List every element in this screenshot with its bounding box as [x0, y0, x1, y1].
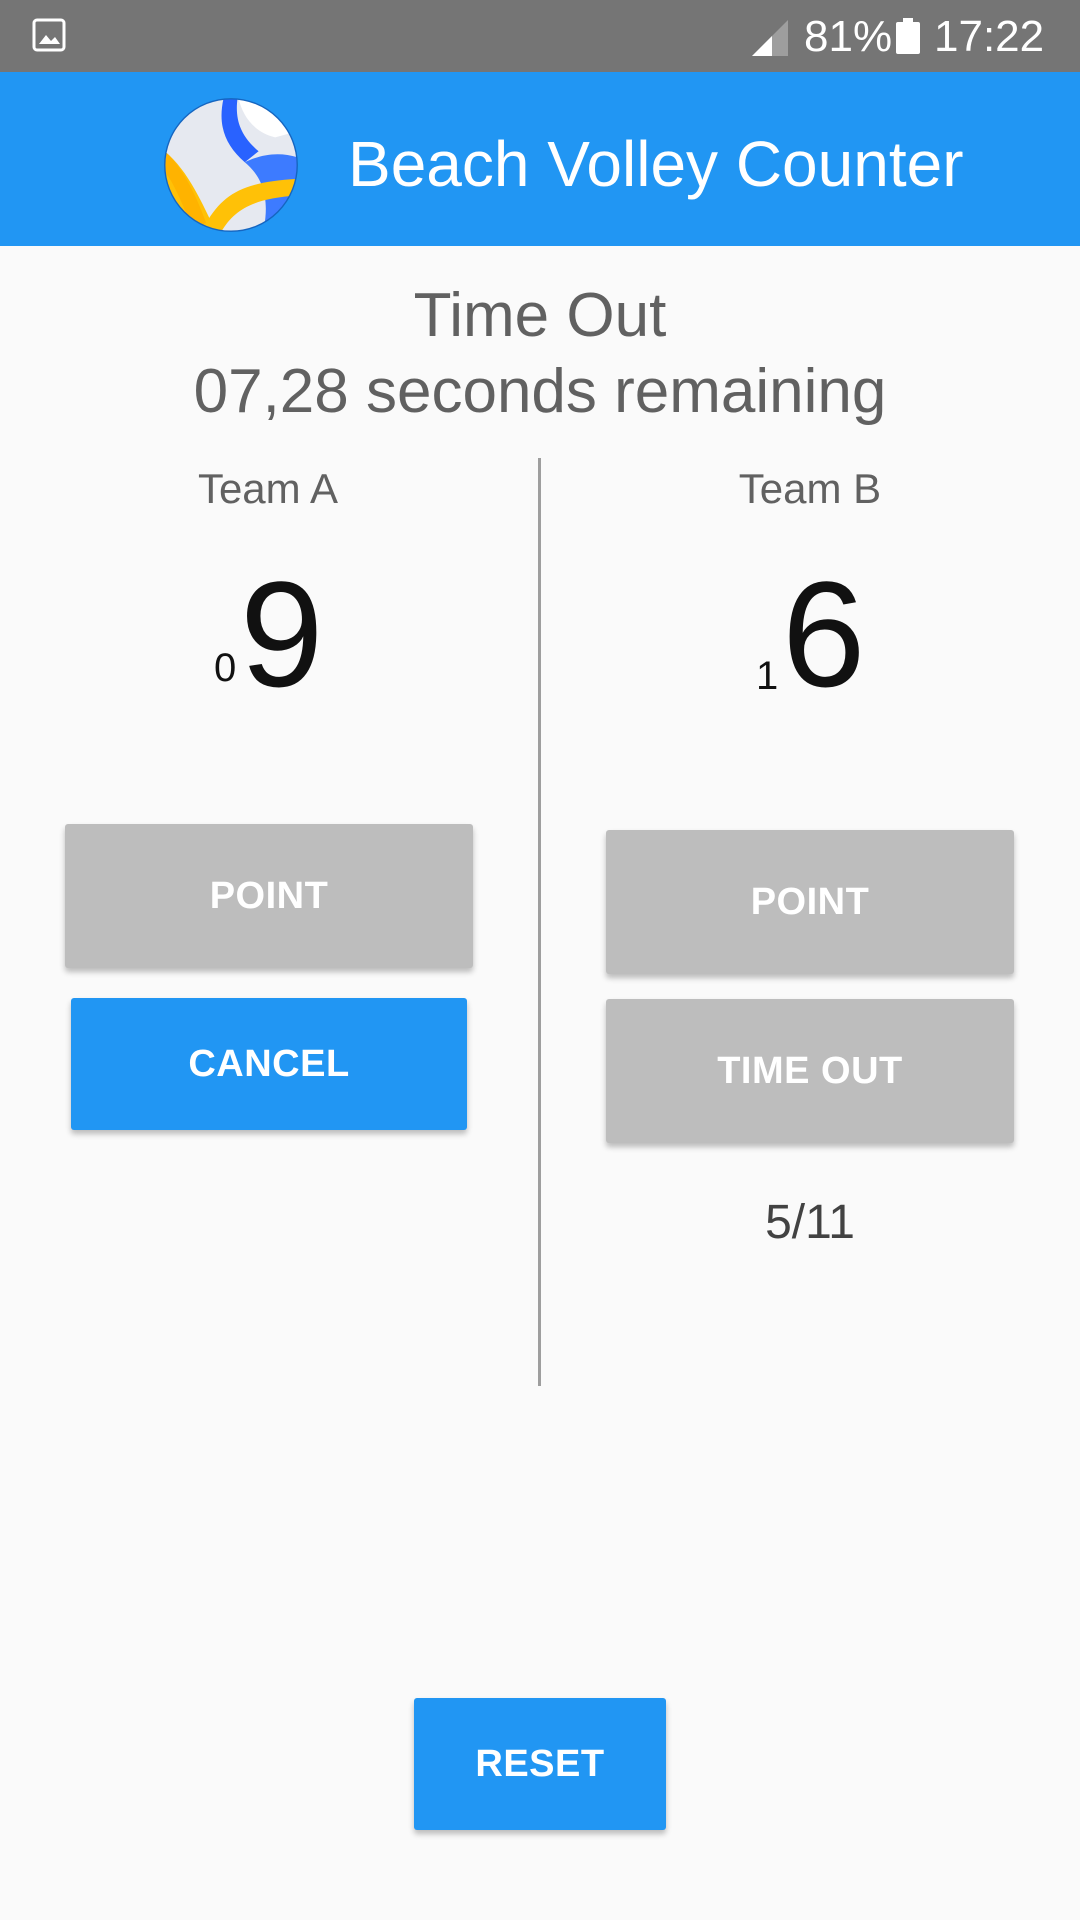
- clock: 17:22: [934, 12, 1045, 61]
- reset-button[interactable]: RESET: [414, 1698, 666, 1830]
- gallery-icon: [32, 18, 66, 52]
- team-b-sets: 1: [756, 654, 779, 698]
- signal-icon: [752, 20, 788, 56]
- team-b-timeout-count: 5/11: [765, 1196, 855, 1249]
- status-bar: 81% 17:22: [0, 0, 1080, 72]
- team-a-cancel-button[interactable]: CANCEL: [71, 998, 467, 1130]
- team-divider: [538, 458, 541, 1386]
- app-bar: Beach Volley Counter: [0, 72, 1080, 246]
- team-a-sets: 0: [214, 646, 237, 690]
- team-b-timeout-button[interactable]: TIME OUT: [606, 999, 1014, 1143]
- team-b-point-button[interactable]: POINT: [606, 830, 1014, 974]
- battery-percentage: 81%: [804, 12, 893, 61]
- team-a-name: Team A: [197, 465, 339, 512]
- team-a-score: 9: [240, 550, 324, 718]
- team-b-name: Team B: [738, 465, 882, 512]
- timeout-remaining-text: 07,28 seconds remaining: [193, 357, 887, 426]
- timeout-title: Time Out: [413, 281, 667, 350]
- app-title: Beach Volley Counter: [348, 128, 964, 200]
- volleyball-logo-icon: [164, 98, 298, 232]
- team-a-point-button[interactable]: POINT: [65, 824, 473, 968]
- team-b-score: 6: [782, 550, 866, 718]
- battery-icon: [896, 18, 920, 54]
